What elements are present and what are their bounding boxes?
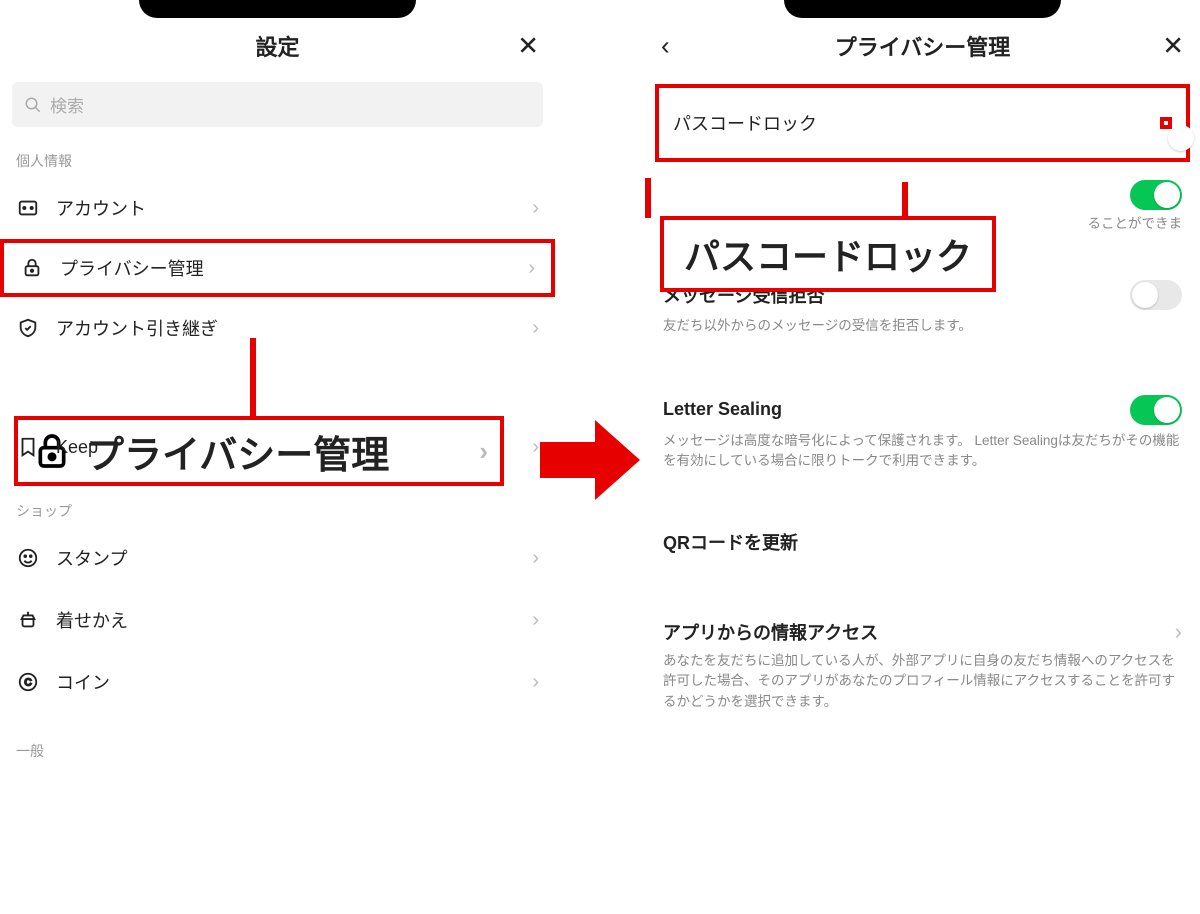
toggle-message-reject[interactable] bbox=[1130, 280, 1182, 310]
section-shop: ショップ bbox=[0, 491, 555, 527]
row-coin[interactable]: C コイン › bbox=[0, 651, 555, 713]
row-letter-sealing[interactable]: Letter Sealing メッセージは高度な暗号化によって保護されます。 L… bbox=[645, 381, 1200, 490]
section-general: 一般 bbox=[0, 731, 555, 767]
privacy-screen: ‹ プライバシー管理 ✕ パスコードロック ることができま メッセージ受信拒否 … bbox=[645, 0, 1200, 914]
lock-icon bbox=[20, 256, 44, 280]
setting-desc: メッセージは高度な暗号化によって保護されます。 Letter Sealingは友… bbox=[663, 431, 1182, 472]
svg-text:C: C bbox=[24, 678, 31, 689]
row-privacy[interactable]: プライバシー管理 › bbox=[0, 239, 555, 297]
row-account[interactable]: アカウント › bbox=[0, 177, 555, 239]
setting-desc: 友だち以外からのメッセージの受信を拒否します。 bbox=[663, 316, 1182, 336]
smile-icon bbox=[16, 546, 40, 570]
setting-desc: あなたを友だちに追加している人が、外部アプリに自身の友だち情報へのアクセスを許可… bbox=[663, 651, 1182, 712]
page-title: プライバシー管理 bbox=[835, 30, 1011, 62]
toggle-letter-sealing[interactable] bbox=[1130, 395, 1182, 425]
search-icon bbox=[24, 96, 42, 114]
notch bbox=[139, 0, 417, 18]
settings-screen: 設定 ✕ 検索 個人情報 アカウント › プライバシー管理 › アカウント引き継… bbox=[0, 0, 555, 914]
row-label: Keep bbox=[56, 437, 516, 458]
callout-text: パスコードロック bbox=[684, 228, 972, 280]
row-theme[interactable]: 着せかえ › bbox=[0, 589, 555, 651]
notch bbox=[784, 0, 1062, 18]
bookmark-icon bbox=[16, 435, 40, 459]
account-icon bbox=[16, 196, 40, 220]
setting-title: パスコードロック bbox=[673, 110, 817, 136]
chevron-right-icon: › bbox=[532, 317, 539, 340]
chevron-right-icon: › bbox=[1175, 619, 1182, 645]
shield-check-icon bbox=[16, 316, 40, 340]
coin-icon: C bbox=[16, 670, 40, 694]
row-label: アカウント bbox=[56, 195, 516, 221]
section-personal: 個人情報 bbox=[0, 141, 555, 177]
row-label: コイン bbox=[56, 669, 516, 695]
row-label: 着せかえ bbox=[56, 607, 516, 633]
page-title: 設定 bbox=[255, 30, 299, 62]
annotation-connector bbox=[250, 338, 256, 416]
close-icon[interactable]: ✕ bbox=[517, 31, 539, 62]
row-passcode-lock[interactable]: パスコードロック bbox=[655, 84, 1190, 162]
annotation-connector-right bbox=[902, 182, 908, 216]
row-app-info-access[interactable]: アプリからの情報アクセス › あなたを友だちに追加している人が、外部アプリに自身… bbox=[645, 605, 1200, 730]
paint-icon bbox=[16, 608, 40, 632]
close-icon[interactable]: ✕ bbox=[1162, 31, 1184, 62]
header: ‹ プライバシー管理 ✕ bbox=[645, 18, 1200, 74]
chevron-right-icon: › bbox=[532, 197, 539, 220]
chevron-right-icon: › bbox=[528, 257, 535, 280]
chevron-right-icon: › bbox=[532, 547, 539, 570]
row-stamp[interactable]: スタンプ › bbox=[0, 527, 555, 589]
chevron-right-icon: › bbox=[532, 671, 539, 694]
row-qr-update[interactable]: QRコードを更新 bbox=[645, 515, 1200, 579]
toggle-unknown-on[interactable] bbox=[1130, 180, 1182, 210]
header: 設定 ✕ bbox=[0, 18, 555, 74]
annotation-arrow bbox=[540, 420, 640, 500]
callout-passcode: パスコードロック bbox=[660, 216, 996, 292]
back-icon[interactable]: ‹ bbox=[661, 31, 670, 62]
chevron-right-icon: › bbox=[532, 436, 539, 459]
setting-title-text: Letter Sealing bbox=[663, 399, 782, 420]
setting-title-text: QRコードを更新 bbox=[663, 529, 798, 555]
row-label: アカウント引き継ぎ bbox=[56, 315, 516, 341]
row-account-transfer[interactable]: アカウント引き継ぎ › bbox=[0, 297, 555, 359]
search-placeholder: 検索 bbox=[50, 92, 84, 117]
row-label: スタンプ bbox=[56, 545, 516, 571]
toggle-highlight bbox=[1160, 117, 1172, 129]
row-keep[interactable]: Keep › bbox=[0, 417, 555, 477]
row-label: プライバシー管理 bbox=[60, 255, 512, 281]
chevron-right-icon: › bbox=[532, 609, 539, 632]
setting-title-text: アプリからの情報アクセス bbox=[663, 619, 878, 645]
search-input[interactable]: 検索 bbox=[12, 82, 543, 127]
